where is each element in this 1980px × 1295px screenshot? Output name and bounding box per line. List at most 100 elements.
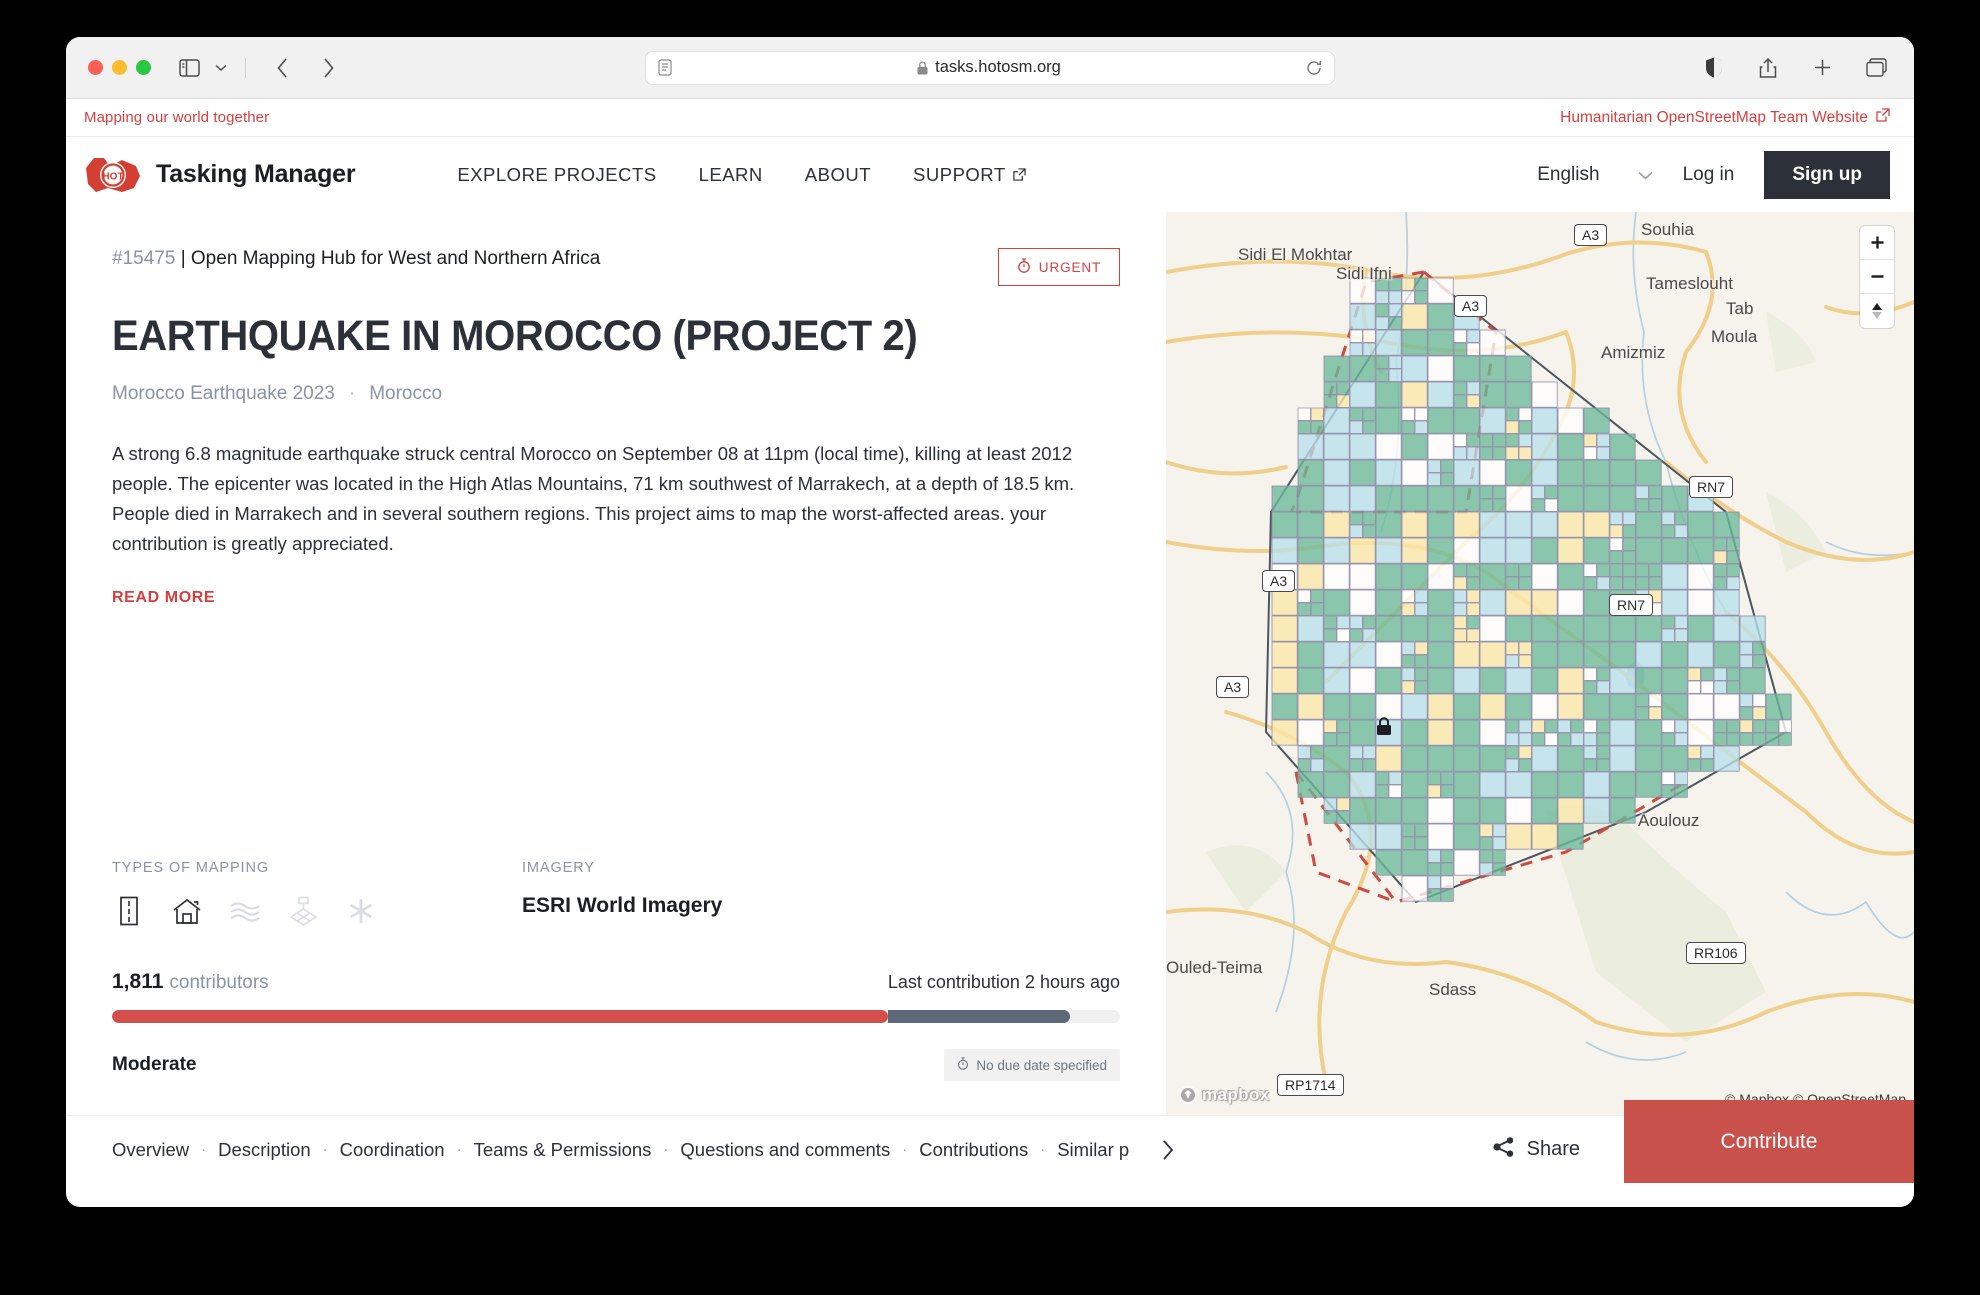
task-tile[interactable] — [1557, 485, 1584, 512]
task-tile[interactable] — [1648, 485, 1662, 499]
task-tile[interactable] — [1635, 459, 1662, 486]
task-tile[interactable] — [1505, 576, 1519, 590]
task-tile[interactable] — [1440, 771, 1454, 785]
task-tile[interactable] — [1713, 589, 1740, 616]
task-tile[interactable] — [1505, 654, 1519, 668]
task-tile[interactable] — [1349, 615, 1363, 629]
task-tile[interactable] — [1505, 615, 1532, 642]
task-tile[interactable] — [1609, 524, 1623, 538]
task-tile[interactable] — [1271, 641, 1298, 668]
task-tile[interactable] — [1297, 589, 1311, 603]
tab-description[interactable]: Description — [218, 1139, 311, 1161]
task-tile[interactable] — [1635, 641, 1662, 668]
tabs-next-chevron-right-icon[interactable] — [1161, 1139, 1175, 1161]
task-tile[interactable] — [1713, 641, 1740, 668]
task-tile[interactable] — [1427, 511, 1454, 538]
task-tile[interactable] — [1297, 641, 1324, 668]
hot-website-link[interactable]: Humanitarian OpenStreetMap Team Website — [1560, 108, 1890, 127]
task-tile[interactable] — [1518, 641, 1532, 655]
task-tile[interactable] — [1492, 849, 1506, 863]
task-tile[interactable] — [1349, 667, 1376, 694]
task-tile[interactable] — [1505, 485, 1532, 512]
task-tile[interactable] — [1310, 420, 1324, 434]
task-tile[interactable] — [1713, 511, 1740, 538]
task-tile[interactable] — [1323, 810, 1337, 824]
task-tile[interactable] — [1531, 459, 1558, 486]
task-tile[interactable] — [1349, 628, 1363, 642]
task-tile[interactable] — [1349, 459, 1376, 486]
task-tile[interactable] — [1713, 615, 1740, 642]
task-tile[interactable] — [1505, 537, 1532, 564]
task-tile[interactable] — [1557, 771, 1584, 798]
task-tile[interactable] — [1466, 394, 1480, 408]
task-tile[interactable] — [1531, 745, 1558, 772]
task-tile[interactable] — [1505, 667, 1532, 694]
privacy-shield-icon[interactable] — [1698, 52, 1730, 84]
task-tile[interactable] — [1583, 693, 1610, 720]
task-tile[interactable] — [1388, 784, 1402, 798]
task-tile[interactable] — [1427, 771, 1441, 785]
task-tile[interactable] — [1674, 511, 1688, 525]
task-tile[interactable] — [1661, 732, 1675, 746]
task-tile[interactable] — [1531, 615, 1558, 642]
task-tile[interactable] — [1752, 719, 1766, 733]
nav-item-support[interactable]: SUPPORT — [913, 164, 1026, 186]
task-tile[interactable] — [1401, 641, 1415, 655]
task-tile[interactable] — [1726, 576, 1740, 590]
task-tile[interactable] — [1375, 407, 1402, 434]
task-tile[interactable] — [1479, 836, 1493, 850]
task-tile[interactable] — [1557, 719, 1571, 733]
task-tile[interactable] — [1479, 862, 1493, 876]
task-tile[interactable] — [1336, 394, 1350, 408]
task-tile[interactable] — [1401, 589, 1415, 603]
task-tile[interactable] — [1323, 433, 1350, 460]
task-tile[interactable] — [1557, 745, 1584, 772]
task-tile[interactable] — [1752, 641, 1766, 655]
task-tile[interactable] — [1518, 407, 1532, 421]
task-tile[interactable] — [1661, 589, 1688, 616]
task-tile[interactable] — [1466, 589, 1480, 603]
task-tile[interactable] — [1375, 329, 1402, 356]
task-tile[interactable] — [1375, 615, 1402, 642]
task-tile[interactable] — [1466, 446, 1480, 460]
task-tile[interactable] — [1375, 784, 1389, 798]
task-tile[interactable] — [1518, 563, 1532, 577]
task-tile[interactable] — [1531, 823, 1558, 850]
task-tile[interactable] — [1635, 576, 1649, 590]
task-tile[interactable] — [1427, 303, 1454, 330]
task-tile[interactable] — [1297, 537, 1324, 564]
task-tile[interactable] — [1570, 719, 1584, 733]
task-tile[interactable] — [1765, 732, 1779, 746]
task-tile[interactable] — [1492, 446, 1506, 460]
task-tile[interactable] — [1401, 420, 1415, 434]
task-tile[interactable] — [1453, 576, 1467, 590]
task-tile[interactable] — [1297, 719, 1324, 746]
tab-overview[interactable]: Overview — [112, 1139, 189, 1161]
task-tile[interactable] — [1440, 472, 1454, 486]
minimize-window-button[interactable] — [112, 60, 127, 75]
task-tile[interactable] — [1531, 381, 1558, 408]
task-tile[interactable] — [1362, 628, 1376, 642]
task-grid-overlay[interactable] — [1166, 212, 1914, 1115]
task-tile[interactable] — [1297, 745, 1311, 759]
task-tile[interactable] — [1349, 511, 1363, 525]
task-tile[interactable] — [1323, 628, 1337, 642]
task-tile[interactable] — [1401, 797, 1428, 824]
task-tile[interactable] — [1661, 784, 1675, 798]
task-tile[interactable] — [1557, 511, 1584, 538]
task-tile[interactable] — [1375, 693, 1402, 720]
task-tile[interactable] — [1635, 693, 1649, 707]
task-tile[interactable] — [1297, 602, 1311, 616]
task-tile[interactable] — [1661, 745, 1688, 772]
read-more-button[interactable]: READ MORE — [112, 589, 1120, 607]
task-tile[interactable] — [1531, 797, 1558, 824]
nav-item-learn[interactable]: LEARN — [699, 164, 763, 186]
task-tile[interactable] — [1427, 862, 1441, 876]
task-tile[interactable] — [1375, 303, 1389, 317]
task-tile[interactable] — [1479, 745, 1506, 772]
task-tile[interactable] — [1336, 810, 1350, 824]
task-tile[interactable] — [1635, 745, 1662, 772]
task-tile[interactable] — [1453, 667, 1480, 694]
task-tile[interactable] — [1661, 485, 1688, 512]
task-tile[interactable] — [1609, 433, 1636, 460]
